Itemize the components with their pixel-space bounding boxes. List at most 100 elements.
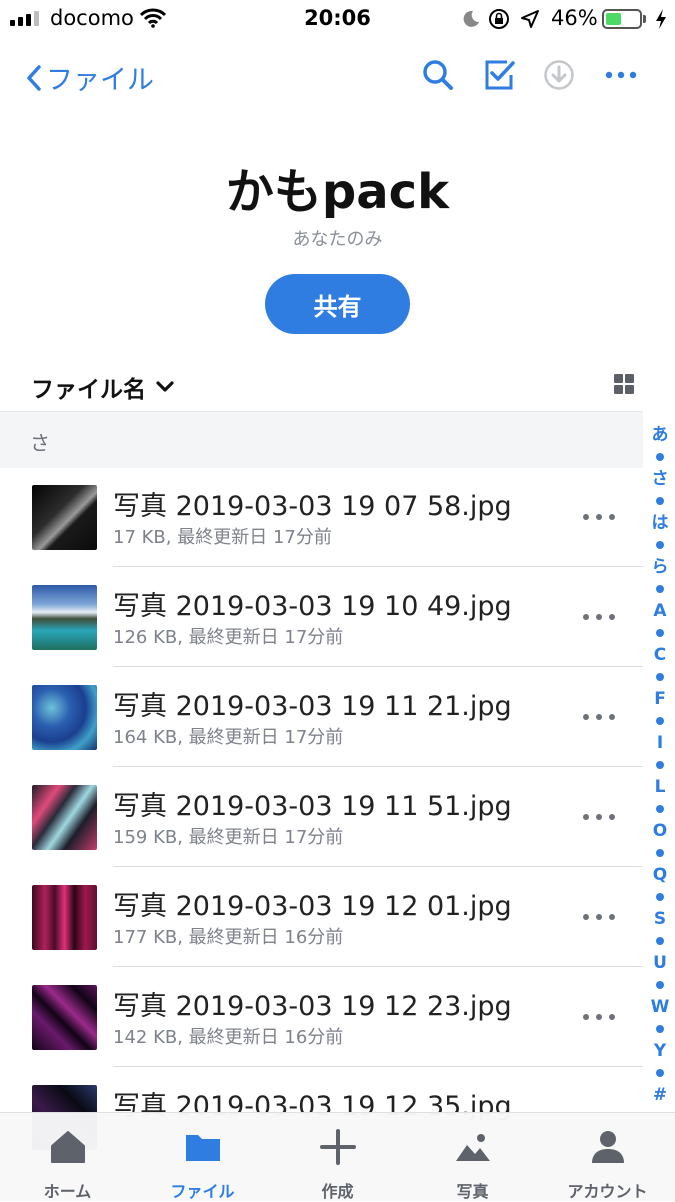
account-icon	[592, 1131, 624, 1163]
plus-icon	[320, 1129, 356, 1165]
index-letter[interactable]: #	[653, 1084, 667, 1106]
index-letter[interactable]: F	[654, 688, 666, 710]
tab-label: ホーム	[43, 1182, 92, 1201]
file-meta: 142 KB, 最終更新日 16分前	[113, 1027, 344, 1048]
status-bar: docomo 20:06 46%	[0, 0, 675, 40]
index-letter[interactable]: W	[651, 996, 670, 1018]
index-separator-dot	[656, 453, 664, 461]
share-button[interactable]: 共有	[265, 274, 410, 334]
tab-label: 写真	[456, 1182, 489, 1201]
location-arrow-icon	[521, 10, 539, 28]
orientation-lock-icon	[489, 9, 509, 29]
file-more-button[interactable]	[583, 912, 615, 922]
file-name: 写真 2019-03-03 19 12 23.jpg	[113, 991, 512, 1022]
more-icon	[605, 71, 637, 79]
index-separator-dot	[656, 761, 664, 769]
index-letter[interactable]: O	[653, 820, 667, 842]
tab-photos[interactable]: 写真	[405, 1113, 540, 1201]
file-more-button[interactable]	[583, 1012, 615, 1022]
file-thumbnail	[32, 885, 97, 950]
index-letter[interactable]: S	[654, 908, 666, 930]
sort-selector[interactable]: ファイル名	[31, 370, 174, 404]
file-meta: 164 KB, 最終更新日 17分前	[113, 727, 344, 748]
photos-icon	[456, 1134, 490, 1161]
offline-download-button[interactable]	[541, 57, 577, 93]
more-options-button[interactable]	[603, 57, 639, 93]
index-letter[interactable]: Y	[654, 1040, 666, 1062]
file-meta: 159 KB, 最終更新日 17分前	[113, 827, 344, 848]
file-row[interactable]: 写真 2019-03-03 19 11 21.jpg 164 KB, 最終更新日…	[0, 667, 643, 767]
battery-percent: 46%	[551, 6, 598, 30]
file-row[interactable]: 写真 2019-03-03 19 11 51.jpg 159 KB, 最終更新日…	[0, 767, 643, 867]
file-more-button[interactable]	[583, 512, 615, 522]
file-name: 写真 2019-03-03 19 07 58.jpg	[113, 491, 512, 522]
folder-title: かもpack	[225, 164, 450, 220]
index-separator-dot	[656, 717, 664, 725]
file-row[interactable]: 写真 2019-03-03 19 07 58.jpg 17 KB, 最終更新日 …	[0, 467, 643, 567]
index-letter[interactable]: Q	[653, 864, 667, 886]
search-icon	[423, 60, 453, 90]
tab-label: 作成	[321, 1182, 354, 1201]
file-meta: 177 KB, 最終更新日 16分前	[113, 927, 344, 948]
index-separator-dot	[656, 981, 664, 989]
file-row[interactable]: 写真 2019-03-03 19 10 49.jpg 126 KB, 最終更新日…	[0, 567, 643, 667]
index-separator-dot	[656, 673, 664, 681]
grid-view-icon[interactable]	[614, 374, 634, 394]
file-name: 写真 2019-03-03 19 12 01.jpg	[113, 891, 512, 922]
tab-account[interactable]: アカウント	[540, 1113, 675, 1201]
alphabet-index[interactable]: あさはら A C F I L O Q S U W Y #	[648, 424, 672, 1106]
folder-icon	[186, 1135, 220, 1161]
file-thumbnail	[32, 485, 97, 550]
offline-download-icon	[544, 60, 574, 90]
file-more-button[interactable]	[583, 812, 615, 822]
back-button[interactable]: ファイル	[26, 58, 154, 97]
select-checkbox-icon	[485, 60, 515, 90]
index-separator-dot	[656, 1025, 664, 1033]
file-more-button[interactable]	[583, 612, 615, 622]
index-letter[interactable]: さ	[652, 468, 669, 490]
file-thumbnail	[32, 685, 97, 750]
index-separator-dot	[656, 893, 664, 901]
do-not-disturb-icon	[463, 10, 479, 27]
section-header-label: さ	[30, 431, 50, 455]
index-letter[interactable]: あ	[652, 424, 669, 446]
file-meta: 126 KB, 最終更新日 17分前	[113, 627, 344, 648]
index-letter[interactable]: A	[653, 600, 666, 622]
index-separator-dot	[656, 849, 664, 857]
tab-files[interactable]: ファイル	[135, 1113, 270, 1201]
file-meta: 17 KB, 最終更新日 17分前	[113, 527, 332, 548]
sharing-status: あなたのみ	[292, 229, 383, 250]
back-label: ファイル	[46, 65, 154, 96]
sort-label: ファイル名	[31, 377, 146, 403]
index-separator-dot	[656, 585, 664, 593]
file-row[interactable]: 写真 2019-03-03 19 12 23.jpg 142 KB, 最終更新日…	[0, 967, 643, 1067]
index-separator-dot	[656, 1069, 664, 1077]
index-letter[interactable]: U	[653, 952, 667, 974]
index-separator-dot	[656, 629, 664, 637]
chevron-left-icon	[27, 64, 41, 91]
section-header	[0, 411, 643, 468]
index-letter[interactable]: I	[657, 732, 663, 754]
index-letter[interactable]: ら	[652, 556, 669, 578]
file-thumbnail	[32, 585, 97, 650]
tab-label: ファイル	[170, 1182, 235, 1201]
select-button[interactable]	[481, 57, 517, 93]
index-letter[interactable]: L	[655, 776, 666, 798]
search-button[interactable]	[420, 57, 456, 93]
index-separator-dot	[656, 541, 664, 549]
index-separator-dot	[656, 497, 664, 505]
index-separator-dot	[656, 937, 664, 945]
chevron-down-icon	[156, 381, 174, 392]
index-letter[interactable]: は	[652, 512, 669, 534]
file-row[interactable]: 写真 2019-03-03 19 12 01.jpg 177 KB, 最終更新日…	[0, 867, 643, 967]
home-icon	[51, 1131, 85, 1163]
index-separator-dot	[656, 805, 664, 813]
file-thumbnail	[32, 785, 97, 850]
tab-home[interactable]: ホーム	[0, 1113, 135, 1201]
index-letter[interactable]: C	[654, 644, 666, 666]
tab-create[interactable]: 作成	[270, 1113, 405, 1201]
battery-icon	[602, 9, 642, 29]
file-more-button[interactable]	[583, 712, 615, 722]
file-thumbnail	[32, 985, 97, 1050]
file-name: 写真 2019-03-03 19 10 49.jpg	[113, 591, 512, 622]
